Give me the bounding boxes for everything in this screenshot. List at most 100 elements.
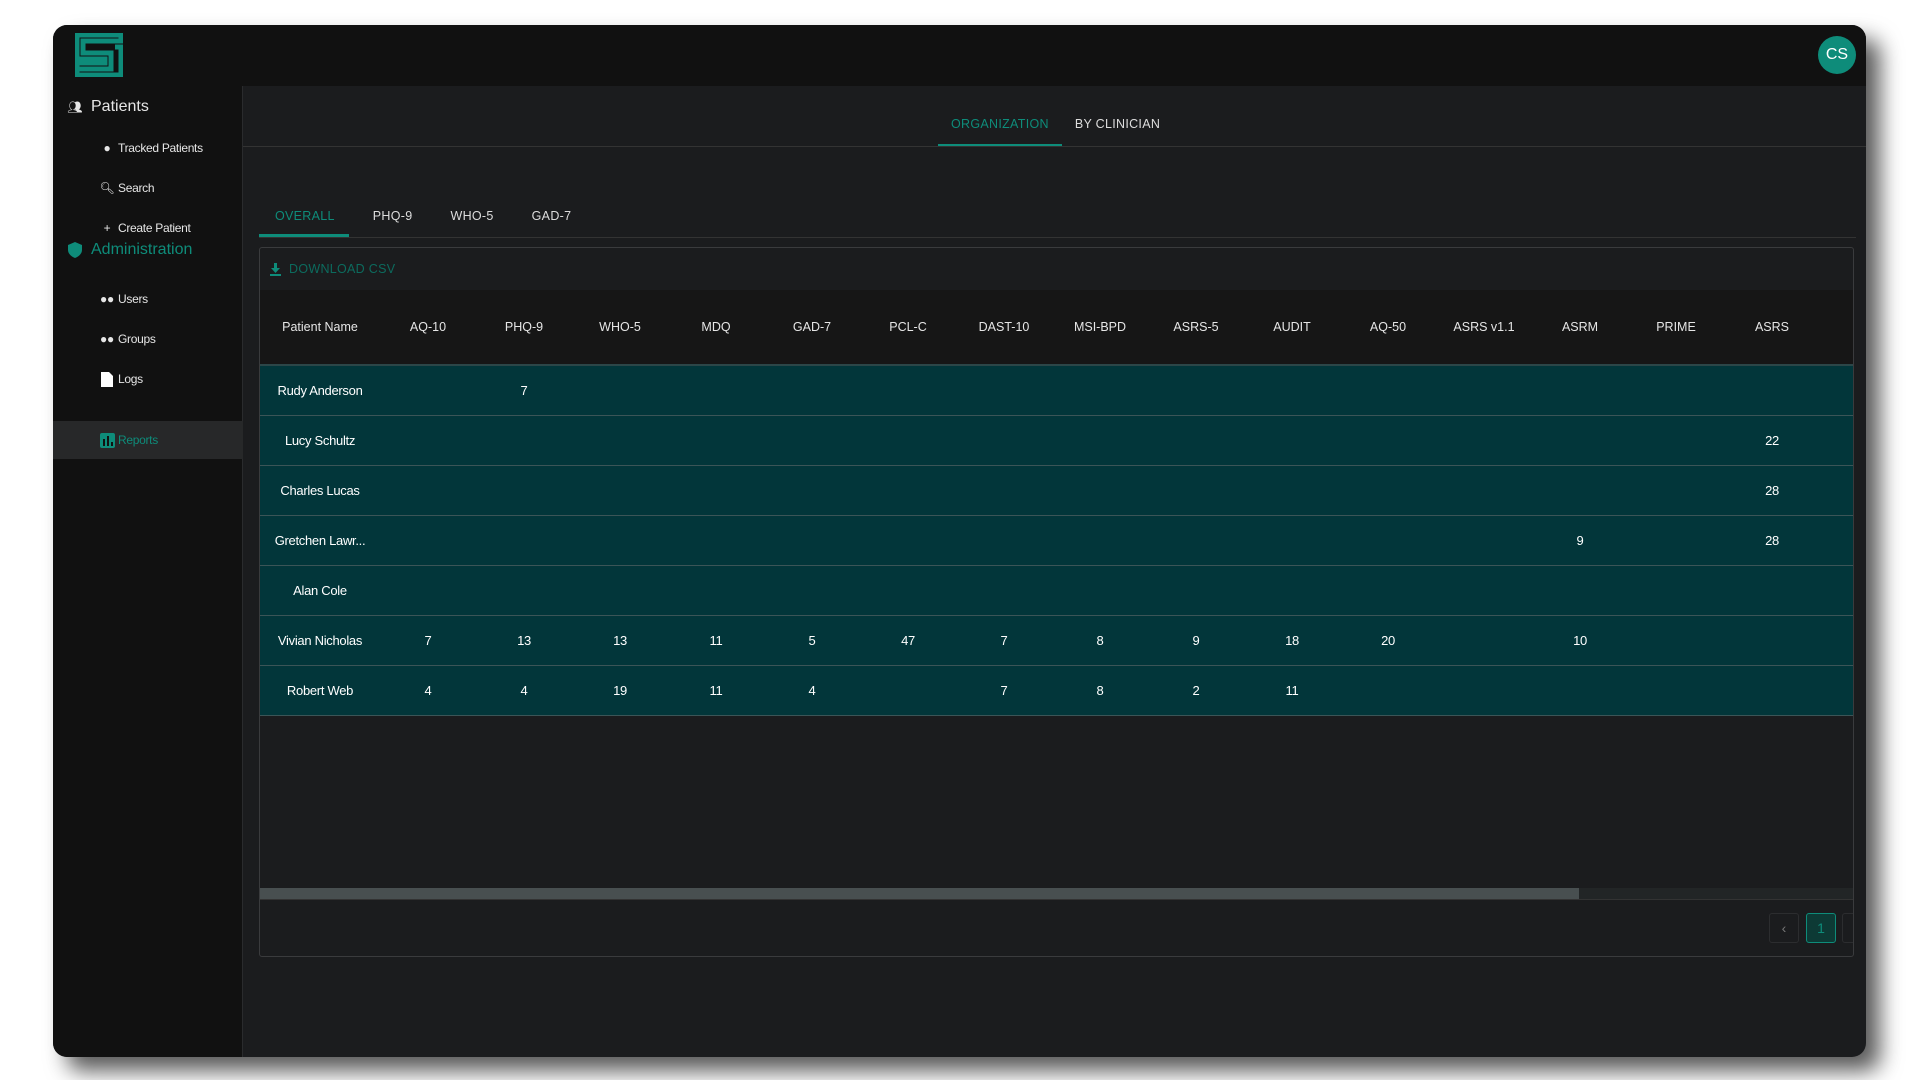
- patient-name-cell: Gretchen Lawr...: [274, 533, 366, 548]
- column-header-label: AQ-50: [1369, 320, 1407, 334]
- tab-by-clinician[interactable]: BY CLINICIAN: [1062, 101, 1173, 147]
- column-header-label: MSI-BPD: [1073, 320, 1127, 334]
- tab-overall[interactable]: OVERALL: [259, 194, 349, 237]
- table-row[interactable]: Robert Web 4 4 19 11 4 7 8 2 11: [260, 666, 1853, 716]
- item-label: Reports: [118, 433, 158, 447]
- column-header[interactable]: AQ-50: [1340, 320, 1436, 334]
- column-header-label: ASRM: [1561, 320, 1599, 334]
- table-row[interactable]: Gretchen Lawr... 9 28: [260, 516, 1853, 566]
- table-row[interactable]: Alan Cole: [260, 566, 1853, 616]
- sidebar-item-search[interactable]: 🔍︎ Search: [53, 169, 243, 207]
- column-header[interactable]: GAD-7: [764, 320, 860, 334]
- table-footer: [260, 899, 1853, 900]
- column-header-label: Patient Name: [282, 320, 358, 334]
- sidebar-item-groups[interactable]: ●● Groups: [53, 320, 243, 358]
- column-header[interactable]: ASRS v1.1: [1436, 320, 1532, 334]
- score-cell: 4: [424, 683, 432, 698]
- column-header[interactable]: ASRS-5: [1148, 320, 1244, 334]
- top-bar: CS: [53, 25, 1866, 86]
- score-cell: 18: [1285, 633, 1299, 648]
- score-cell: 9: [1192, 633, 1200, 648]
- tab-who5[interactable]: WHO-5: [434, 194, 507, 237]
- divider: [259, 237, 1856, 238]
- column-header[interactable]: WHO-5: [572, 320, 668, 334]
- item-label: Users: [118, 292, 148, 306]
- item-label: Tracked Patients: [118, 141, 203, 155]
- sidebar-item-reports[interactable]: Reports: [53, 421, 243, 459]
- score-cell: 19: [613, 683, 627, 698]
- column-header[interactable]: MDQ: [668, 320, 764, 334]
- user-avatar[interactable]: CS: [1818, 36, 1856, 74]
- column-header[interactable]: AUDIT: [1244, 320, 1340, 334]
- table-header: Patient Name AQ-10 PHQ-9 WHO-5 MDQ GAD-7 PCL-C…: [260, 290, 1853, 366]
- users-icon: ●●: [100, 292, 114, 306]
- download-label: DOWNLOAD CSV: [289, 262, 396, 276]
- column-header[interactable]: ASRS: [1724, 320, 1820, 334]
- tab-phq9[interactable]: PHQ-9: [357, 194, 427, 237]
- column-header-label: MDQ: [701, 320, 731, 334]
- score-cell: 11: [1285, 683, 1299, 698]
- column-header[interactable]: TAS: [1820, 320, 1853, 334]
- column-header[interactable]: PCL-C: [860, 320, 956, 334]
- column-header[interactable]: MSI-BPD: [1052, 320, 1148, 334]
- sidebar-item-logs[interactable]: Logs: [53, 360, 243, 398]
- shield-icon: [67, 242, 83, 258]
- column-header[interactable]: PHQ-9: [476, 320, 572, 334]
- column-header-label: GAD-7: [792, 320, 832, 334]
- section-label: Patients: [91, 98, 149, 115]
- download-csv-button[interactable]: DOWNLOAD CSV: [270, 262, 395, 276]
- score-cell: 7: [1000, 683, 1008, 698]
- horizontal-scrollbar[interactable]: [260, 888, 1853, 899]
- column-header[interactable]: DAST-10: [956, 320, 1052, 334]
- score-cell: 4: [520, 683, 528, 698]
- report-table: Patient Name AQ-10 PHQ-9 WHO-5 MDQ GAD-7 PCL-C…: [260, 290, 1853, 716]
- column-header[interactable]: AQ-10: [380, 320, 476, 334]
- page-1-button[interactable]: 1: [1806, 913, 1836, 943]
- sidebar: 👥︎ Patients ● Tracked Patients 🔍︎ Search +…: [53, 86, 243, 1057]
- group-icon: ●●: [100, 332, 114, 346]
- report-tabs: OVERALL PHQ-9 WHO-5 GAD-7: [259, 194, 593, 237]
- report-card: DOWNLOAD CSV Patient Name AQ-10 PHQ-9 WHO-5…: [259, 247, 1854, 957]
- tab-gad7[interactable]: GAD-7: [516, 194, 586, 237]
- table-row[interactable]: Rudy Anderson 7: [260, 366, 1853, 416]
- score-cell: 13: [613, 633, 627, 648]
- column-header-label: ASRS: [1754, 320, 1790, 334]
- user-search-icon: 🔍︎: [99, 181, 115, 195]
- score-cell: 2: [1192, 683, 1200, 698]
- column-header-label: PHQ-9: [504, 320, 544, 334]
- score-cell: 5: [808, 633, 816, 648]
- table-body: Rudy Anderson 7 Lucy Schultz 22 Charles Luca…: [260, 366, 1853, 716]
- sidebar-item-tracked-patients[interactable]: ● Tracked Patients: [53, 129, 243, 167]
- table-row[interactable]: Charles Lucas 28: [260, 466, 1853, 516]
- column-header-label: PRIME: [1656, 320, 1696, 334]
- users-icon: 👥︎: [67, 100, 83, 114]
- column-header[interactable]: ASRM: [1532, 320, 1628, 334]
- table-row[interactable]: Vivian Nicholas 7 13 13 11 5 47 7 8 9 18 20 10: [260, 616, 1853, 666]
- patient-name-cell: Alan Cole: [293, 583, 347, 598]
- score-cell: 10: [1573, 633, 1587, 648]
- patient-name-cell: Robert Web: [286, 683, 354, 698]
- column-header[interactable]: Patient Name: [260, 320, 380, 334]
- item-label: Logs: [118, 372, 143, 386]
- sidebar-section-patients[interactable]: 👥︎ Patients: [67, 98, 149, 116]
- score-cell: 22: [1765, 433, 1779, 448]
- next-page-button[interactable]: ›: [1842, 913, 1853, 943]
- score-cell: 13: [517, 633, 531, 648]
- prev-page-button[interactable]: ‹: [1769, 913, 1799, 943]
- patient-name-cell: Rudy Anderson: [277, 383, 363, 398]
- column-header-label: ASRS-5: [1173, 320, 1219, 334]
- scrollbar-thumb[interactable]: [260, 888, 1579, 899]
- user-icon: ●: [103, 141, 111, 155]
- item-label: Groups: [118, 332, 156, 346]
- patient-name-cell: Lucy Schultz: [284, 433, 356, 448]
- sidebar-section-administration[interactable]: Administration: [67, 241, 192, 259]
- download-icon: [270, 262, 281, 276]
- table-row[interactable]: Lucy Schultz 22: [260, 416, 1853, 466]
- column-header[interactable]: PRIME: [1628, 320, 1724, 334]
- bar-chart-icon: [99, 432, 115, 448]
- score-cell: 9: [1576, 533, 1584, 548]
- column-header-label: DAST-10: [978, 320, 1030, 334]
- score-cell: 8: [1096, 683, 1104, 698]
- tab-organization[interactable]: ORGANIZATION: [938, 101, 1062, 147]
- sidebar-item-users[interactable]: ●● Users: [53, 280, 243, 318]
